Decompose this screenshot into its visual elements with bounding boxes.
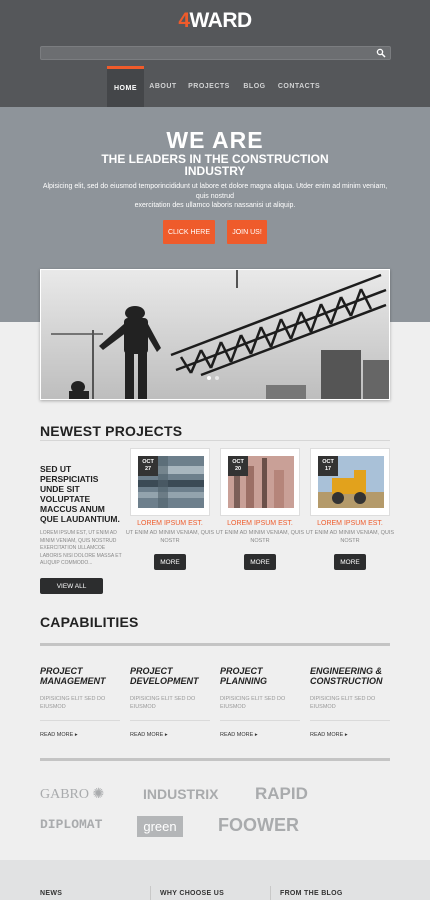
- join-us-button[interactable]: JOIN US!: [227, 220, 267, 244]
- capability-heading-line2: MANAGEMENT: [40, 676, 106, 686]
- capability-heading-line2: PLANNING: [220, 676, 267, 686]
- capabilities-title: CAPABILITIES: [40, 614, 139, 630]
- click-here-button[interactable]: CLICK HERE: [163, 220, 215, 244]
- read-more-link[interactable]: READ MORE ▸: [310, 732, 348, 738]
- project-title[interactable]: LOREM IPSUM EST.: [300, 520, 400, 527]
- divider: [40, 720, 120, 721]
- arrow-right-icon: ▸: [164, 732, 168, 738]
- crane-photo: [41, 270, 389, 399]
- project-title[interactable]: LOREM IPSUM EST.: [210, 520, 310, 527]
- date-month: OCT: [232, 459, 244, 465]
- capability-heading-line1: PROJECT: [220, 666, 263, 676]
- capability-heading: PROJECT DEVELOPMENT: [130, 666, 212, 686]
- capability-heading-line1: ENGINEERING &: [310, 666, 383, 676]
- more-button[interactable]: MORE: [154, 554, 186, 570]
- arrow-right-icon: ▸: [344, 732, 348, 738]
- capability-heading: PROJECT PLANNING: [220, 666, 302, 686]
- logo-text: WARD: [189, 9, 253, 32]
- divider: [40, 440, 390, 441]
- capability-text: DIPISICING ELIT SED DO EIUSMOD: [130, 696, 196, 710]
- divider: [40, 643, 390, 646]
- capability-heading: PROJECT MANAGEMENT: [40, 666, 122, 686]
- nav-contacts[interactable]: CONTACTS: [273, 66, 325, 107]
- logo[interactable]: 4WARD: [0, 9, 430, 33]
- projects-intro-heading: SED UT PERSPICIATIS UNDE SIT VOLUPTATE M…: [40, 464, 120, 524]
- nav-about[interactable]: ABOUT: [144, 66, 182, 107]
- divider: [310, 720, 390, 721]
- arrow-right-icon: ▸: [74, 732, 78, 738]
- hero-text-line1: Alpisicing elit, sed do eiusmod temporin…: [42, 183, 388, 200]
- main-nav: HOME ABOUT PROJECTS BLOG CONTACTS: [107, 66, 325, 107]
- capability-text: DIPISICING ELIT SED DO EIUSMOD: [220, 696, 286, 710]
- search-icon[interactable]: [376, 48, 386, 58]
- divider: [150, 886, 151, 900]
- project-title[interactable]: LOREM IPSUM EST.: [120, 520, 220, 527]
- footer: NEWS WHY CHOOSE US FROM THE BLOG: [0, 860, 430, 900]
- header: 4WARD HOME ABOUT PROJECTS BLOG CONTACTS: [0, 0, 430, 107]
- read-more-label: READ MORE: [130, 732, 164, 738]
- footer-why-heading: WHY CHOOSE US: [160, 890, 225, 897]
- partner-name: GABRO: [40, 787, 90, 802]
- project-card[interactable]: OCT 27: [130, 448, 210, 516]
- project-subtitle: UT ENIM AD MINIM VENIAM, QUIS NOSTR: [215, 530, 305, 544]
- partner-logo-gabro[interactable]: GABRO ✺: [40, 786, 104, 803]
- partner-logo-foower[interactable]: FOOWER: [218, 815, 299, 836]
- date-badge: OCT 17: [318, 456, 338, 476]
- read-more-label: READ MORE: [220, 732, 254, 738]
- divider: [40, 758, 390, 761]
- date-day: 27: [144, 466, 152, 472]
- swirl-icon: ✺: [92, 787, 105, 802]
- partner-logo-green[interactable]: green: [137, 816, 183, 837]
- partner-logo-diplomat[interactable]: DIPLOMAT: [40, 817, 102, 832]
- projects-intro-text: LOREM IPSUM EST, UT ENIM AD MINIM VENIAM…: [40, 530, 122, 566]
- hero-text: Alpisicing elit, sed do eiusmod temporin…: [40, 182, 390, 211]
- more-button[interactable]: MORE: [334, 554, 366, 570]
- capability-heading-line2: DEVELOPMENT: [130, 676, 199, 686]
- newest-projects-title: NEWEST PROJECTS: [40, 423, 183, 439]
- divider: [270, 886, 271, 900]
- project-subtitle: UT ENIM AD MINIM VENIAM, QUIS NOSTR: [125, 530, 215, 544]
- more-button[interactable]: MORE: [244, 554, 276, 570]
- date-badge: OCT 27: [138, 456, 158, 476]
- hero-banner-image: [40, 269, 390, 400]
- read-more-link[interactable]: READ MORE ▸: [40, 732, 78, 738]
- read-more-label: READ MORE: [310, 732, 344, 738]
- partner-logo-rapid[interactable]: RAPID: [255, 784, 308, 804]
- divider: [130, 720, 210, 721]
- capability-text: DIPISICING ELIT SED DO EIUSMOD: [310, 696, 376, 710]
- nav-projects[interactable]: PROJECTS: [182, 66, 236, 107]
- date-month: OCT: [142, 459, 154, 465]
- project-card[interactable]: OCT 20: [220, 448, 300, 516]
- read-more-link[interactable]: READ MORE ▸: [220, 732, 258, 738]
- nav-blog[interactable]: BLOG: [236, 66, 273, 107]
- date-badge: OCT 20: [228, 456, 248, 476]
- partner-logo-industrix[interactable]: INDUSTRIX: [143, 786, 218, 802]
- hero-title: WE ARE: [166, 127, 264, 153]
- read-more-link[interactable]: READ MORE ▸: [130, 732, 168, 738]
- capability-heading-line2: CONSTRUCTION: [310, 676, 383, 686]
- date-day: 20: [234, 466, 242, 472]
- nav-home[interactable]: HOME: [107, 66, 144, 107]
- capability-text: DIPISICING ELIT SED DO EIUSMOD: [40, 696, 106, 710]
- divider: [220, 720, 300, 721]
- arrow-right-icon: ▸: [254, 732, 258, 738]
- capability-heading: ENGINEERING & CONSTRUCTION: [310, 666, 392, 686]
- logo-accent: 4: [178, 9, 190, 32]
- read-more-label: READ MORE: [40, 732, 74, 738]
- view-all-button[interactable]: VIEW ALL: [40, 578, 103, 594]
- footer-blog-heading: FROM THE BLOG: [280, 890, 343, 897]
- hero-subtitle: THE LEADERS IN THE CONSTRUCTION INDUSTRY: [0, 153, 430, 177]
- date-day: 17: [324, 466, 332, 472]
- footer-news-heading: NEWS: [40, 890, 63, 897]
- capability-heading-line1: PROJECT: [130, 666, 173, 676]
- hero-subtitle-line2: INDUSTRY: [184, 164, 246, 178]
- project-card[interactable]: OCT 17: [310, 448, 390, 516]
- capability-heading-line1: PROJECT: [40, 666, 83, 676]
- hero-text-line2: exercitation des ullamco laboris nassani…: [134, 202, 296, 209]
- date-month: OCT: [322, 459, 334, 465]
- search-input[interactable]: [40, 46, 391, 60]
- project-subtitle: UT ENIM AD MINIM VENIAM, QUIS NOSTR: [305, 530, 395, 544]
